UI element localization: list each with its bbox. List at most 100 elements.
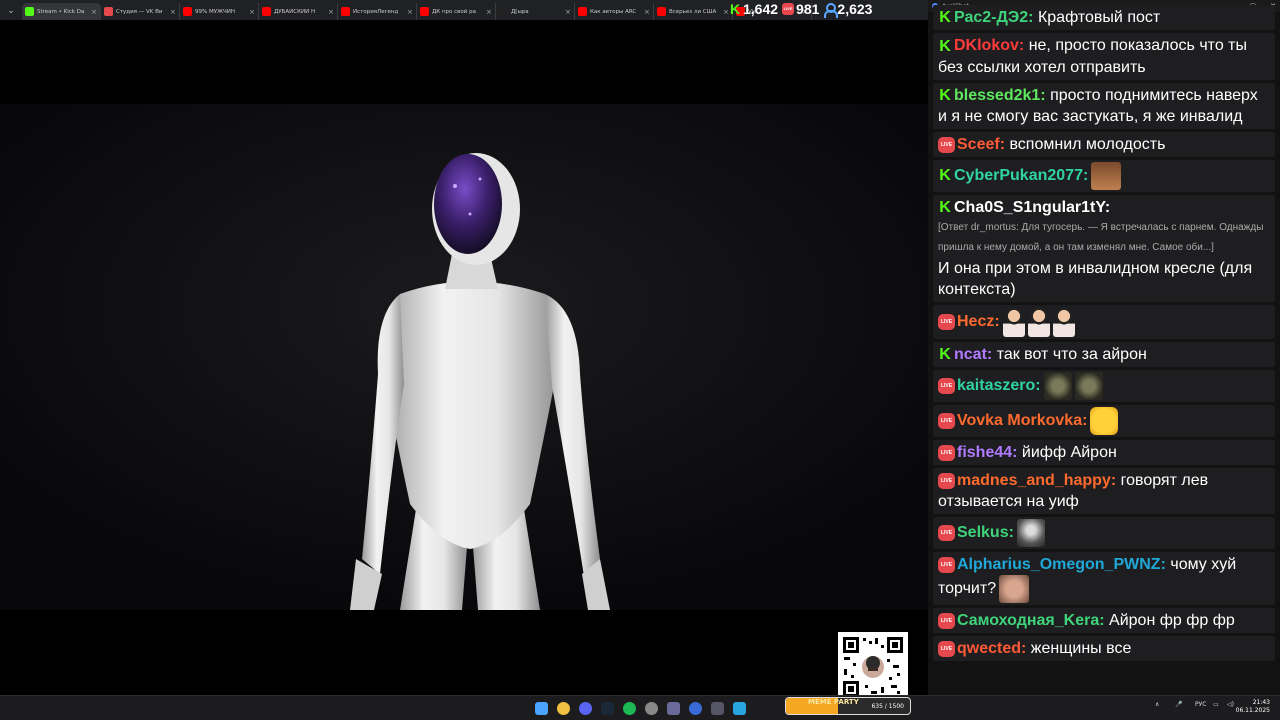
chat-username[interactable]: Alpharius_Omegon_PWNZ: <box>957 556 1166 573</box>
chat-message[interactable]: LIVE Alpharius_Omegon_PWNZ: чому хуй торч… <box>933 552 1275 606</box>
app-icon[interactable] <box>711 702 724 715</box>
system-clock[interactable]: 21:43 06.11.2025 <box>1236 699 1270 715</box>
tab-close-icon[interactable]: × <box>486 8 492 16</box>
creature-emote <box>1043 372 1072 401</box>
volume-icon[interactable]: ◁) <box>1227 701 1234 708</box>
tab-title: ДК про свой ра <box>432 8 476 15</box>
kick-platform-icon: K <box>939 9 951 27</box>
chat-message[interactable]: K Cha0S_S1ngular1tY: [Ответ dr_mortus: Для… <box>933 194 1275 303</box>
language-indicator[interactable]: РУС <box>1195 701 1206 708</box>
chat-message-text: йифф Айрон <box>1021 444 1117 462</box>
total-viewers-count: 2,623 <box>837 1 873 17</box>
chat-username[interactable]: ncat: <box>954 346 992 363</box>
chat-message[interactable]: LIVE Selkus: <box>933 517 1275 550</box>
browser-tab[interactable]: Как авторы ARC × <box>575 3 654 20</box>
chat-username[interactable]: Selkus: <box>957 525 1014 542</box>
chat-username[interactable]: Vovka Morkovka: <box>957 413 1087 430</box>
kick-logo-icon: K <box>730 0 741 17</box>
meme-party-label: MEME PARTY <box>808 698 859 706</box>
chat-username[interactable]: Cha0S_S1ngular1tY: <box>954 199 1110 216</box>
chat-message[interactable]: LIVE Vovka Morkovka: <box>933 405 1275 438</box>
vk-viewers-count: 981 <box>796 1 820 17</box>
chat-message[interactable]: LIVE kaitaszero: <box>933 370 1275 403</box>
chat-message[interactable]: LIVE Hecz: <box>933 305 1275 340</box>
chat-message[interactable]: K CyberPukan2077: <box>933 159 1275 192</box>
browser-tab[interactable]: 99% МУЖЧИН × <box>180 3 259 20</box>
chat-username[interactable]: Самоходная_Kera: <box>957 612 1105 629</box>
tab-close-icon[interactable]: × <box>565 8 571 16</box>
chat-message[interactable]: LIVE qwected: женщины все <box>933 636 1275 662</box>
chat-panel[interactable]: AxelChat – ▢ ✕ KРас2-ДЭ2: Крафтовый пост… <box>928 0 1280 695</box>
chat-username[interactable]: Рас2-ДЭ2: <box>954 9 1034 26</box>
chat-message[interactable]: LIVE madnes_and_happy: говорят лев отзыва… <box>933 468 1275 515</box>
tab-menu-chevron-icon[interactable]: ⌄ <box>0 0 22 20</box>
chat-username[interactable]: blessed2k1: <box>954 87 1046 104</box>
steam-icon[interactable] <box>601 702 614 715</box>
microphone-icon[interactable]: 🎤 <box>1175 701 1182 708</box>
chat-username[interactable]: fishe44: <box>957 444 1017 461</box>
chat-username[interactable]: Sceef: <box>957 136 1005 153</box>
chat-username[interactable]: Hecz: <box>957 313 1000 330</box>
video-frame[interactable] <box>0 104 928 610</box>
chat-message-text: Айрон фр фр фр <box>1109 612 1235 630</box>
youtube-icon <box>578 7 587 16</box>
kick-platform-icon: K <box>939 199 951 217</box>
kick-platform-icon: K <box>939 37 951 55</box>
kick-viewers: K 1,642 <box>730 1 778 17</box>
qr-code[interactable] <box>838 632 908 702</box>
windows-start-icon[interactable] <box>535 702 548 715</box>
viewer-stats: K 1,642 LIVE 981 2,623 <box>730 0 872 18</box>
youtube-icon <box>420 7 429 16</box>
chat-message[interactable]: LIVE Самоходная_Kera: Айрон фр фр фр <box>933 608 1275 634</box>
chat-message[interactable]: K Рас2-ДЭ2: Крафтовый пост <box>933 5 1275 31</box>
person-icon <box>823 2 839 18</box>
browser-tab[interactable]: ИсторияЛегенд × <box>338 3 417 20</box>
tab-close-icon[interactable]: × <box>91 8 97 16</box>
chat-username[interactable]: qwected: <box>957 640 1026 657</box>
tab-title: Д[ыра <box>511 8 529 15</box>
browser-tab[interactable]: Stream • Kick Da × <box>22 3 101 20</box>
tab-title: Stream • Kick Da <box>37 8 85 15</box>
chat-message-list[interactable]: K Рас2-ДЭ2: Крафтовый пост K DKlokov: не, п… <box>928 5 1280 664</box>
browser-tab[interactable]: Д[ыра × <box>496 3 575 20</box>
chat-message[interactable]: LIVE Sceef: вспомнил молодость <box>933 131 1275 157</box>
browser-tab[interactable]: ДК про свой ра × <box>417 3 496 20</box>
chat-message-text: Крафтовый пост <box>1037 9 1161 26</box>
telegram-icon[interactable] <box>733 702 746 715</box>
chat-username[interactable]: DKlokov: <box>954 37 1024 54</box>
face-emote <box>999 575 1030 604</box>
kick-icon <box>25 7 34 16</box>
robot-figure-image <box>0 104 928 610</box>
chrome-icon[interactable] <box>557 702 570 715</box>
gamepad-icon[interactable] <box>667 702 680 715</box>
discord-icon[interactable] <box>579 702 592 715</box>
tab-close-icon[interactable]: × <box>644 8 650 16</box>
tab-close-icon[interactable]: × <box>170 8 176 16</box>
tray-chevron-icon[interactable]: ∧ <box>1155 701 1159 708</box>
browser-tab[interactable]: ДУБАЙСКИЙ Н × <box>259 3 338 20</box>
chat-message[interactable]: Kblessed2k1: просто поднимитесь наверх и… <box>933 82 1275 129</box>
chat-message[interactable]: LIVE fishe44: йифф Айрон <box>933 440 1275 466</box>
browser-tab[interactable]: Студия — VK Ви × <box>101 3 180 20</box>
tab-close-icon[interactable]: × <box>328 8 334 16</box>
tab-close-icon[interactable]: × <box>249 8 255 16</box>
media-player-icon[interactable] <box>689 702 702 715</box>
meme-party-value: 635 / 1500 <box>871 703 904 710</box>
obs-icon[interactable] <box>645 702 658 715</box>
qr-code-image <box>841 635 905 699</box>
tab-title: Всерьез ли США <box>669 8 717 15</box>
chat-username[interactable]: madnes_and_happy: <box>957 472 1116 489</box>
windows-taskbar: ∧ 🎤 РУС ▭ ◁) 21:43 06.11.2025 <box>0 695 1280 720</box>
dancer-emote <box>1052 307 1075 338</box>
chat-message[interactable]: K DKlokov: не, просто показалось что ты б… <box>933 33 1275 80</box>
browser-tab[interactable]: Всерьез ли США × <box>654 3 733 20</box>
vk-live-platform-icon: LIVE <box>938 613 955 630</box>
spotify-icon[interactable] <box>623 702 636 715</box>
chat-username[interactable]: CyberPukan2077: <box>954 167 1088 184</box>
chat-message[interactable]: Kncat: так вот что за айрон <box>933 342 1275 368</box>
stream-video-area[interactable] <box>0 20 928 702</box>
tab-close-icon[interactable]: × <box>723 8 729 16</box>
tab-close-icon[interactable]: × <box>407 8 413 16</box>
chat-username[interactable]: kaitaszero: <box>957 378 1041 395</box>
network-icon[interactable]: ▭ <box>1213 701 1219 708</box>
